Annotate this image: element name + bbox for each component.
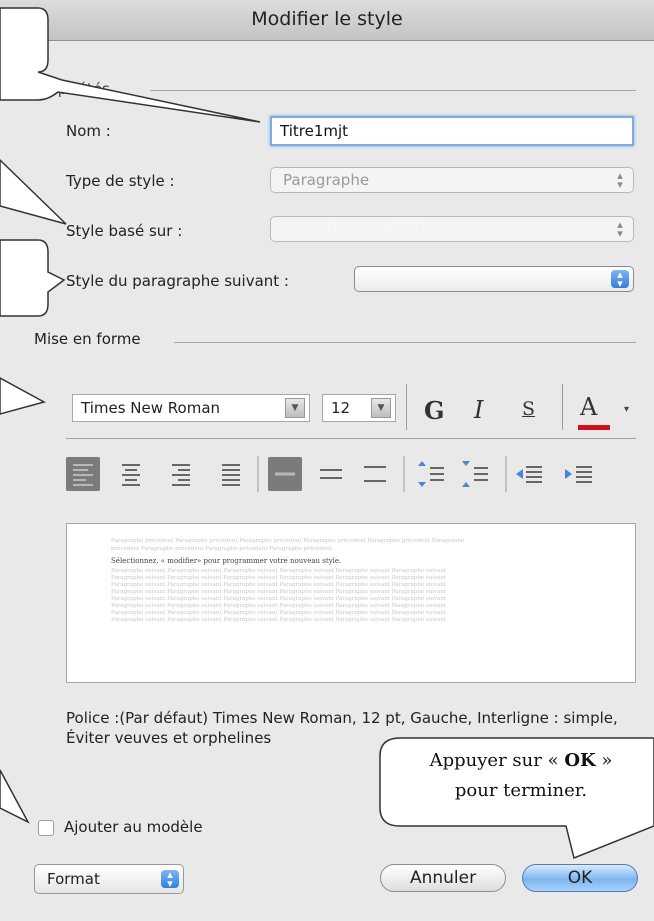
- callout-text-bold: OK: [564, 750, 596, 771]
- callout-bubble-next-style: [0, 239, 66, 317]
- callout-pointer-toolbar: [0, 377, 46, 415]
- callout-pointer-based-on: [0, 158, 67, 225]
- callout-text-prefix: Appuyer sur «: [429, 750, 565, 771]
- callout-bubble-name: [0, 7, 261, 123]
- callout-ok-text: Appuyer sur « OK » pour terminer.: [390, 746, 652, 806]
- callout-pointer-checkbox: [0, 769, 30, 824]
- callout-text-suffix: »: [595, 750, 613, 771]
- callout-text-line2: pour terminer.: [454, 780, 588, 801]
